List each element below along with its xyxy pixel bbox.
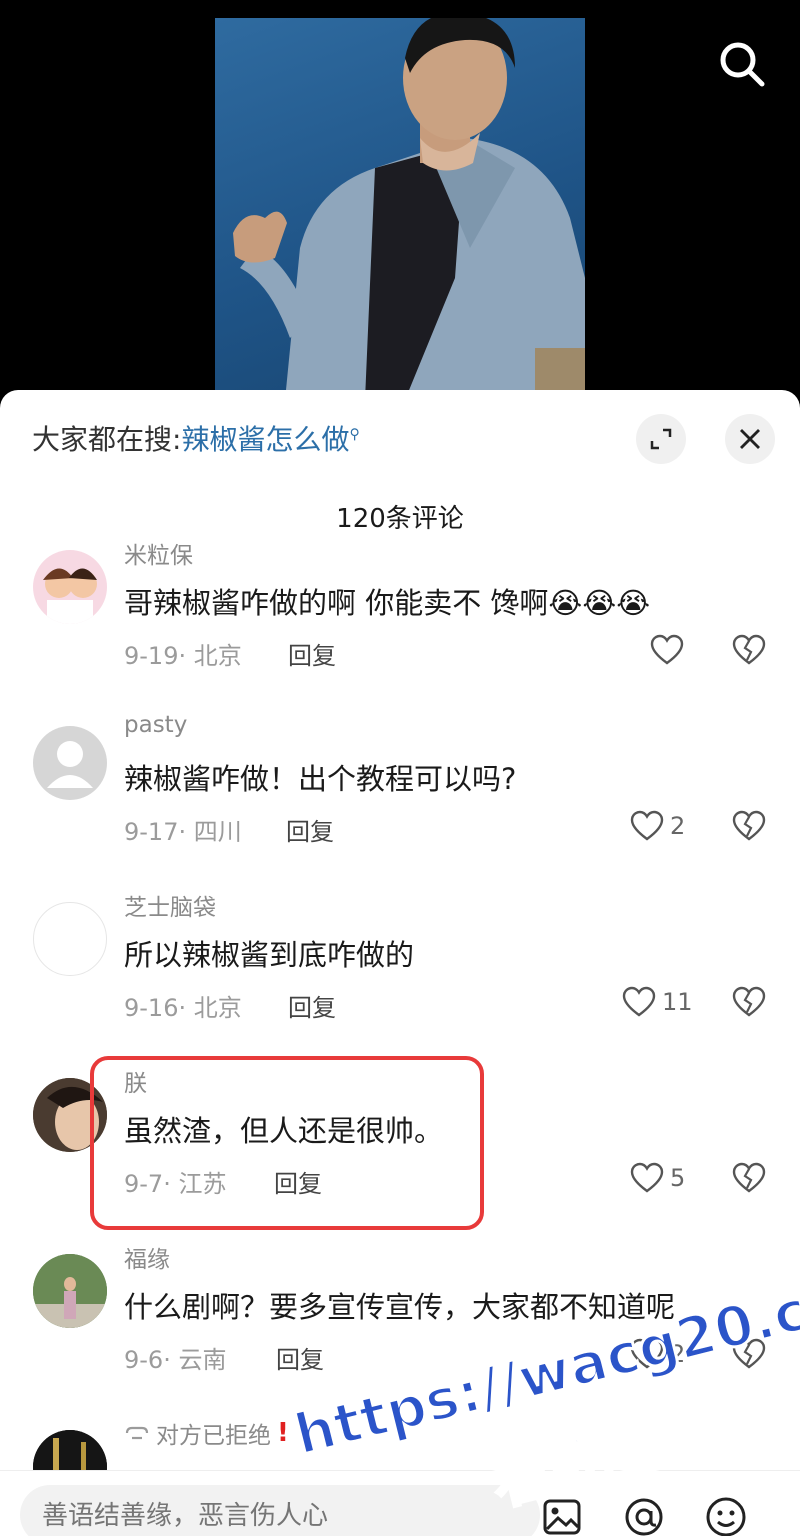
dislike-button[interactable] (732, 986, 766, 1022)
like-count: 11 (662, 988, 693, 1016)
video-player[interactable] (0, 0, 800, 400)
reply-button[interactable]: 回复 (288, 636, 336, 671)
avatar[interactable] (33, 726, 107, 800)
broken-heart-icon (732, 1338, 766, 1369)
comment-username[interactable]: 对方已拒绝 ! (124, 1416, 289, 1450)
avatar[interactable] (33, 550, 107, 624)
heart-icon (630, 1338, 664, 1369)
heart-icon (630, 1162, 664, 1193)
comment-text: 什么剧啊？要多宣传宣传，大家都不知道呢 (124, 1290, 676, 1324)
avatar[interactable] (33, 902, 107, 976)
search-icon (720, 42, 765, 87)
comment-meta: 9-19· 北京 (124, 642, 242, 670)
broken-heart-icon (732, 986, 766, 1017)
close-icon (740, 429, 760, 449)
broken-heart-icon (732, 634, 766, 665)
comment-count: 120条评论 (336, 504, 464, 534)
like-count: 2 (670, 812, 686, 840)
video-poster-image (215, 18, 585, 400)
comment-item: 米粒保 哥辣椒酱咋做的啊 你能卖不 馋啊😭😭😭 9-19· 北京 回复 (0, 543, 800, 720)
comment-username[interactable]: 芝士脑袋 (124, 888, 216, 922)
hot-search-prefix: 大家都在搜: (32, 423, 182, 456)
comment-meta: 9-17· 四川 (124, 818, 242, 846)
like-button[interactable] (650, 634, 690, 666)
highlight-annotation-box (90, 1056, 484, 1230)
comment-item: 福缘 什么剧啊？要多宣传宣传，大家都不知道呢 9-6· 云南 回复 2 (0, 1247, 800, 1424)
hot-search-keyword[interactable]: 辣椒酱怎么做 (181, 423, 349, 456)
comment-input[interactable] (20, 1485, 540, 1536)
reply-button[interactable]: 回复 (276, 1340, 324, 1375)
like-button[interactable]: 2 (630, 1338, 685, 1370)
reply-button[interactable]: 回复 (288, 988, 336, 1023)
like-button[interactable]: 5 (630, 1162, 685, 1194)
expand-icon (650, 428, 672, 450)
like-count: 2 (670, 1340, 686, 1368)
like-button[interactable]: 11 (622, 986, 693, 1018)
comment-input-bar (0, 1470, 800, 1536)
heart-icon (630, 810, 664, 841)
search-button[interactable] (714, 36, 770, 92)
image-icon (543, 1499, 581, 1535)
comment-username[interactable]: 福缘 (124, 1240, 170, 1274)
emoji-button[interactable] (704, 1495, 748, 1536)
comment-item: 芝士脑袋 所以辣椒酱到底咋做的 9-16· 北京 回复 11 (0, 895, 800, 1072)
dislike-button[interactable] (732, 1162, 766, 1198)
broken-heart-icon (732, 1162, 766, 1193)
comment-sheet: 大家都在搜:辣椒酱怎么做⚲ 120条评论 米粒保 哥辣椒酱咋做的啊 你能卖不 馋… (0, 390, 800, 1536)
broken-heart-icon (732, 810, 766, 841)
comment-meta: 9-6· 云南 (124, 1346, 227, 1374)
at-icon (625, 1498, 663, 1536)
dislike-button[interactable] (732, 810, 766, 846)
heart-icon (622, 986, 656, 1017)
comment-item: pasty 辣椒酱咋做！出个教程可以吗? 9-17· 四川 回复 2 (0, 712, 800, 896)
image-button[interactable] (540, 1495, 584, 1536)
hot-search-bar[interactable]: 大家都在搜:辣椒酱怎么做⚲ (32, 418, 360, 458)
heart-icon (650, 634, 684, 665)
link-icon (125, 1426, 149, 1440)
like-count: 5 (670, 1164, 686, 1192)
like-button[interactable]: 2 (630, 810, 685, 842)
exclamation-icon: ! (277, 1418, 289, 1448)
emoji-icon (706, 1497, 746, 1536)
comment-text: 辣椒酱咋做！出个教程可以吗? (124, 762, 517, 796)
reply-button[interactable]: 回复 (286, 812, 334, 847)
comment-text: 所以辣椒酱到底咋做的 (124, 938, 415, 972)
comment-username-text: 对方已拒绝 (156, 1423, 271, 1449)
mention-button[interactable] (622, 1495, 666, 1536)
dislike-button[interactable] (732, 1338, 766, 1374)
dislike-button[interactable] (732, 634, 766, 670)
small-search-icon: ⚲ (349, 426, 360, 443)
expand-button[interactable] (636, 414, 686, 464)
comment-username[interactable]: pasty (124, 712, 187, 738)
comment-meta: 9-16· 北京 (124, 994, 242, 1022)
avatar[interactable] (33, 1254, 107, 1328)
comment-username[interactable]: 米粒保 (124, 536, 193, 570)
comment-text: 哥辣椒酱咋做的啊 你能卖不 馋啊😭😭😭 (124, 586, 651, 620)
close-button[interactable] (725, 414, 775, 464)
